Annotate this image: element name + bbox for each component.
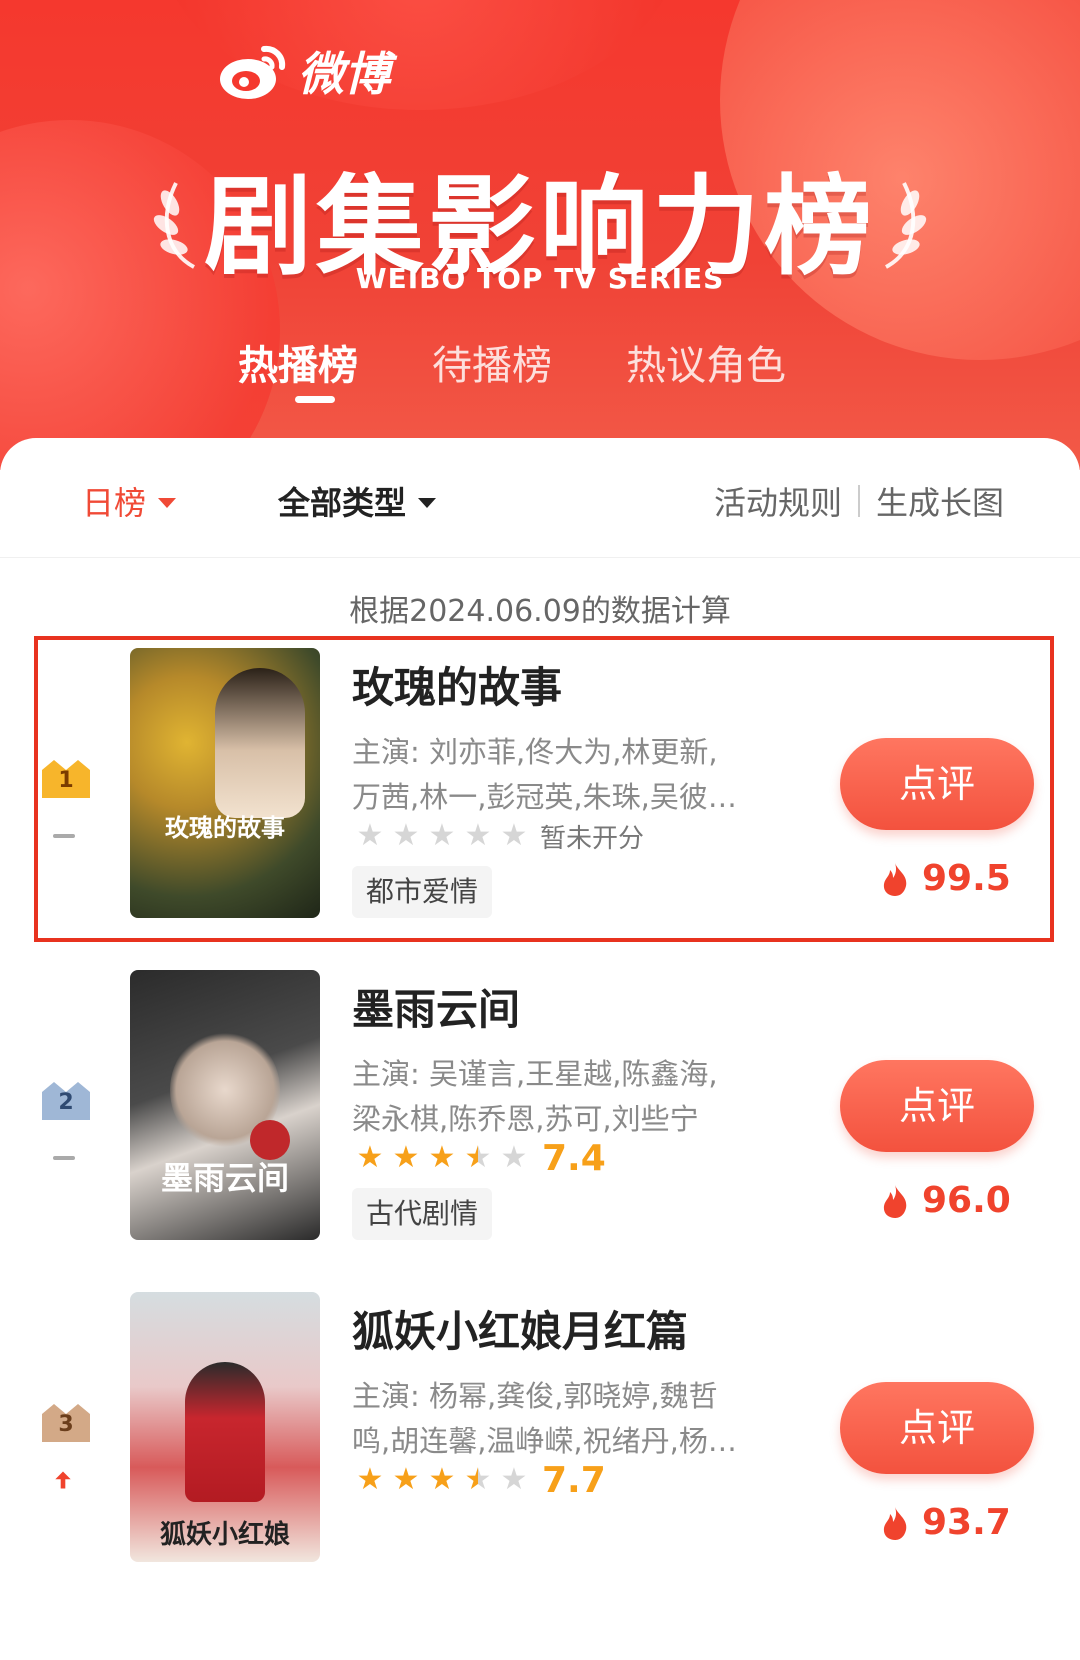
cast-line: 梁永棋,陈乔恩,苏可,刘些宁 <box>352 1102 699 1136</box>
star-half-icon: ★ <box>460 1460 496 1500</box>
tab-upcoming[interactable]: 待播榜 <box>432 333 552 391</box>
drama-title[interactable]: 墨雨云间 <box>352 976 520 1037</box>
poster-figure <box>215 668 305 818</box>
poster-image[interactable]: 玫瑰的故事 <box>130 648 320 918</box>
period-label: 日榜 <box>82 484 147 522</box>
long-image-link[interactable]: 生成长图 <box>876 478 1004 524</box>
cast-line: 鸣,胡连馨,温峥嵘,祝绪丹,杨… <box>352 1424 737 1458</box>
star-empty-icon: ★ <box>500 818 528 853</box>
page-subtitle: WEIBO TOP TV SERIES <box>355 262 725 295</box>
genre-tag[interactable]: 古代剧情 <box>352 1188 493 1240</box>
rating-score: 7.4 <box>542 1137 606 1179</box>
header-links: 活动规则 生成长图 <box>714 478 1004 524</box>
star-full-icon: ★ <box>356 1462 384 1497</box>
star-full-icon: ★ <box>356 1140 384 1175</box>
active-tab-indicator <box>295 396 335 403</box>
genre-tag[interactable]: 都市爱情 <box>352 866 493 918</box>
rating: ★ ★ ★ ★ ★ 暂未开分 <box>352 816 644 856</box>
rank-badge-gold: 1 <box>40 756 92 800</box>
rank-number: 2 <box>58 1090 74 1115</box>
trend-flat-icon <box>51 1148 75 1168</box>
rating: ★ ★ ★ ★ ★ 7.4 <box>352 1137 606 1179</box>
star-empty-icon: ★ <box>464 818 492 853</box>
logo-text: 微博 <box>298 47 390 101</box>
rating: ★ ★ ★ ★ ★ 7.7 <box>352 1459 606 1501</box>
poster-caption: 墨雨云间 <box>160 1159 289 1197</box>
cast-text: 主演: 杨幂,龚俊,郭晓婷,魏哲 鸣,胡连馨,温峥嵘,祝绪丹,杨… <box>352 1374 772 1464</box>
rating-score: 7.7 <box>542 1459 606 1501</box>
heat-value: 93.7 <box>922 1502 1011 1543</box>
rank-number: 3 <box>58 1412 74 1437</box>
rank-badge-bronze: 3 <box>40 1400 92 1444</box>
cast-line: 主演: 刘亦菲,佟大为,林更新, <box>352 735 718 769</box>
flame-icon <box>883 1184 907 1218</box>
filter-bar: 日榜 全部类型 活动规则 生成长图 <box>0 438 1080 558</box>
caret-down-icon <box>158 498 177 508</box>
flame-icon <box>883 862 907 896</box>
tab-hot-airing[interactable]: 热播榜 <box>238 333 358 391</box>
review-button[interactable]: 点评 <box>840 1382 1034 1474</box>
star-half-icon: ★ <box>460 1138 496 1178</box>
star-empty-icon: ★ <box>500 1140 528 1175</box>
caret-down-icon <box>418 498 437 508</box>
list-item[interactable]: 2 墨雨云间 墨雨云间 主演: 吴谨言,王星越,陈鑫海, 梁永棋,陈乔恩,苏可,… <box>0 970 1080 1260</box>
cast-line: 主演: 杨幂,龚俊,郭晓婷,魏哲 <box>352 1379 718 1413</box>
ranking-card: 日榜 全部类型 活动规则 生成长图 根据2024.06.09的数据计算 1 玫瑰… <box>0 438 1080 1660</box>
trend-up-icon <box>55 1471 71 1489</box>
review-button[interactable]: 点评 <box>840 738 1034 830</box>
tab-bar: 热播榜 待播榜 热议角色 <box>0 333 1080 413</box>
list-item[interactable]: 3 狐妖小红娘 狐妖小红娘月红篇 主演: 杨幂,龚俊,郭晓婷,魏哲 鸣,胡连馨,… <box>0 1292 1080 1582</box>
data-date-note: 根据2024.06.09的数据计算 <box>349 594 731 629</box>
type-label: 全部类型 <box>278 484 407 522</box>
header-banner: 微博 剧集影响力榜 WEIBO TOP TV SERIES 热播榜 待播榜 热议… <box>0 0 1080 470</box>
weibo-eye-icon <box>218 39 290 103</box>
poster-caption: 玫瑰的故事 <box>165 813 285 842</box>
period-dropdown[interactable]: 日榜 <box>82 478 177 524</box>
star-full-icon: ★ <box>392 1462 420 1497</box>
star-empty-icon: ★ <box>428 818 456 853</box>
review-button[interactable]: 点评 <box>840 1060 1034 1152</box>
heat-score: 93.7 <box>880 1502 1011 1543</box>
weibo-logo: 微博 <box>218 38 390 104</box>
heat-score: 99.5 <box>880 858 1011 899</box>
cast-line: 主演: 吴谨言,王星越,陈鑫海, <box>352 1057 718 1091</box>
drama-title[interactable]: 狐妖小红娘月红篇 <box>352 1298 688 1359</box>
star-full-icon: ★ <box>428 1462 456 1497</box>
flame-icon <box>883 1506 907 1540</box>
heat-value: 96.0 <box>922 1180 1011 1221</box>
rules-link[interactable]: 活动规则 <box>714 478 842 524</box>
poster-accent <box>250 1120 290 1160</box>
drama-title[interactable]: 玫瑰的故事 <box>352 654 562 715</box>
star-full-icon: ★ <box>392 1140 420 1175</box>
cast-text: 主演: 刘亦菲,佟大为,林更新, 万茜,林一,彭冠英,朱珠,吴彼… <box>352 730 772 820</box>
cast-text: 主演: 吴谨言,王星越,陈鑫海, 梁永棋,陈乔恩,苏可,刘些宁 <box>352 1052 772 1142</box>
trend-flat-icon <box>51 826 75 846</box>
divider <box>857 485 860 517</box>
poster-image[interactable]: 墨雨云间 <box>130 970 320 1240</box>
rank-number: 1 <box>58 768 74 793</box>
tab-hot-characters[interactable]: 热议角色 <box>626 333 786 391</box>
heat-score: 96.0 <box>880 1180 1011 1221</box>
type-dropdown[interactable]: 全部类型 <box>278 478 437 524</box>
rank-badge-silver: 2 <box>40 1078 92 1122</box>
star-empty-icon: ★ <box>392 818 420 853</box>
cast-line: 万茜,林一,彭冠英,朱珠,吴彼… <box>352 780 737 814</box>
poster-figure <box>185 1362 265 1502</box>
poster-image[interactable]: 狐妖小红娘 <box>130 1292 320 1562</box>
star-full-icon: ★ <box>428 1140 456 1175</box>
star-empty-icon: ★ <box>500 1462 528 1497</box>
heat-value: 99.5 <box>922 858 1011 899</box>
list-item[interactable]: 1 玫瑰的故事 玫瑰的故事 主演: 刘亦菲,佟大为,林更新, 万茜,林一,彭冠英… <box>0 636 1080 942</box>
poster-caption: 狐妖小红娘 <box>159 1520 290 1550</box>
star-empty-icon: ★ <box>356 818 384 853</box>
rating-text: 暂未开分 <box>540 823 645 854</box>
